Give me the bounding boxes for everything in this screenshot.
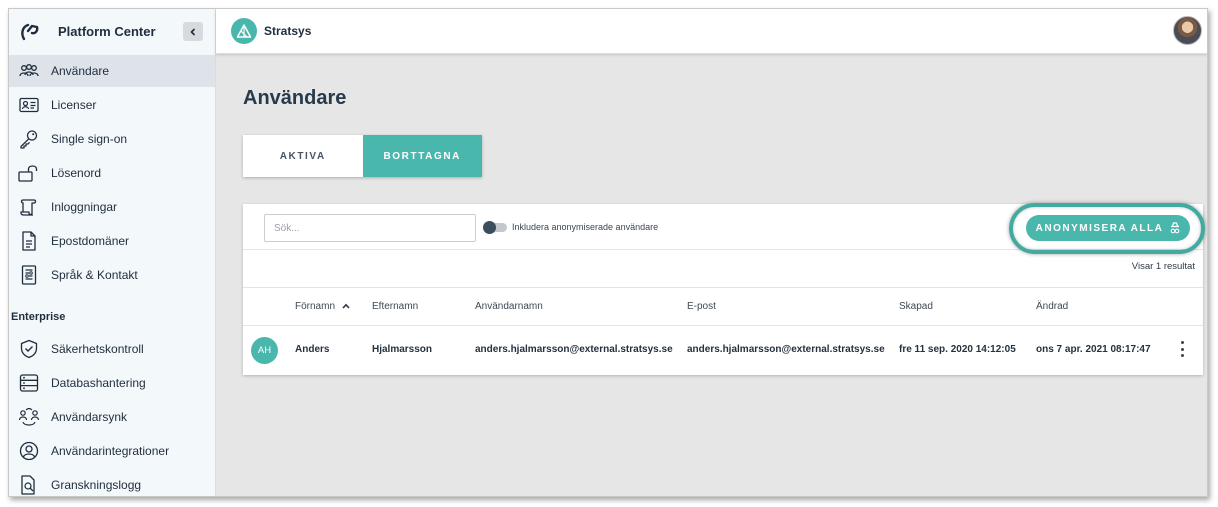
sidebar-item-anvandare[interactable]: Användare <box>9 55 215 87</box>
cell-first-name: Anders <box>295 344 330 355</box>
kebab-dot <box>1180 347 1184 351</box>
result-bar: Visar 1 resultat <box>243 250 1203 288</box>
sidebar-item-licenser[interactable]: Licenser <box>9 89 215 121</box>
user-circle-icon <box>18 440 40 462</box>
kebab-dot <box>1180 354 1184 357</box>
column-header-andrad[interactable]: Ändrad <box>1036 301 1068 312</box>
document-icon <box>18 230 40 252</box>
cell-email: anders.hjalmarsson@external.stratsys.se <box>687 344 885 355</box>
cell-last-name: Hjalmarsson <box>372 344 433 355</box>
sidebar-item-anvandarintegrationer[interactable]: Användarintegrationer <box>9 435 215 467</box>
page-title: Användare <box>243 87 347 109</box>
sidebar-item-sprak-kontakt[interactable]: Språk & Kontakt <box>9 259 215 291</box>
include-anonymized-toggle[interactable] <box>483 221 509 234</box>
tab-bar: AKTIVA BORTTAGNA <box>243 135 482 177</box>
database-icon <box>18 372 40 394</box>
shield-icon <box>18 338 40 360</box>
result-count: Visar 1 resultat <box>1131 261 1195 272</box>
table-row[interactable]: AH Anders Hjalmarsson anders.hjalmarsson… <box>243 326 1203 372</box>
cell-username: anders.hjalmarsson@external.stratsys.se <box>475 344 673 355</box>
tab-borttagna[interactable]: BORTTAGNA <box>362 135 482 177</box>
column-header-efternamn[interactable]: Efternamn <box>372 301 418 312</box>
row-avatar: AH <box>251 337 278 364</box>
toggle-label: Inkludera anonymiserade användare <box>512 222 659 232</box>
user-avatar[interactable] <box>1173 16 1202 45</box>
chevron-left-icon <box>190 27 196 36</box>
collapse-sidebar-button[interactable] <box>183 22 203 41</box>
table-toolbar: Inkludera anonymiserade användare ANONYM… <box>243 203 1205 254</box>
anonymize-all-button[interactable]: ANONYMISERA ALLA <box>1026 215 1190 241</box>
kebab-dot <box>1180 341 1184 344</box>
cell-modified: ons 7 apr. 2021 08:17:47 <box>1036 344 1151 355</box>
sidebar-item-sakerhetskontroll[interactable]: Säkerhetskontroll <box>9 333 215 365</box>
cell-created: fre 11 sep. 2020 14:12:05 <box>899 344 1016 355</box>
sidebar-item-losenord[interactable]: Lösenord <box>9 157 215 189</box>
platform-logo-icon <box>19 21 41 43</box>
user-sync-icon <box>18 406 40 428</box>
settings-document-icon <box>18 264 40 286</box>
sidebar-item-epostdomaner[interactable]: Epostdomäner <box>9 225 215 257</box>
table-header: Förnamn Efternamn Användarnamn E-post Sk… <box>243 288 1203 326</box>
search-input[interactable] <box>264 214 476 242</box>
sidebar-item-single-sign-on[interactable]: Single sign-on <box>9 123 215 155</box>
section-label-enterprise: Enterprise <box>11 311 66 323</box>
app-window: Platform Center Användare Licenser Singl… <box>8 8 1208 497</box>
stratsys-logo-icon[interactable] <box>231 18 257 44</box>
row-menu-button[interactable] <box>1178 341 1186 357</box>
sidebar-item-anvandarsynk[interactable]: Användarsynk <box>9 401 215 433</box>
users-table-card: Inkludera anonymiserade användare ANONYM… <box>243 203 1205 375</box>
toggle-knob <box>483 221 496 234</box>
incognito-icon <box>1170 222 1180 234</box>
column-header-fornamn[interactable]: Förnamn <box>295 301 350 312</box>
sidebar-item-inloggningar[interactable]: Inloggningar <box>9 191 215 223</box>
sidebar: Platform Center Användare Licenser Singl… <box>9 9 216 496</box>
main-content: Användare AKTIVA BORTTAGNA Inkludera ano… <box>216 54 1207 496</box>
scroll-icon <box>18 196 40 218</box>
tab-aktiva[interactable]: AKTIVA <box>243 135 363 177</box>
topbar: Stratsys <box>216 9 1207 54</box>
app-name: Stratsys <box>264 24 312 38</box>
unlock-icon <box>18 162 40 184</box>
column-header-anvandarnamn[interactable]: Användarnamn <box>475 301 543 312</box>
search-document-icon <box>18 474 40 496</box>
column-header-epost[interactable]: E-post <box>687 301 716 312</box>
anonymize-all-label: ANONYMISERA ALLA <box>1035 222 1164 234</box>
id-card-icon <box>18 94 40 116</box>
sidebar-item-granskningslogg[interactable]: Granskningslogg <box>9 469 215 496</box>
column-header-skapad[interactable]: Skapad <box>899 301 933 312</box>
sidebar-item-databashantering[interactable]: Databashantering <box>9 367 215 399</box>
sort-ascending-icon <box>342 303 350 309</box>
platform-title: Platform Center <box>58 24 156 39</box>
users-icon <box>18 60 40 82</box>
key-icon <box>18 128 40 150</box>
